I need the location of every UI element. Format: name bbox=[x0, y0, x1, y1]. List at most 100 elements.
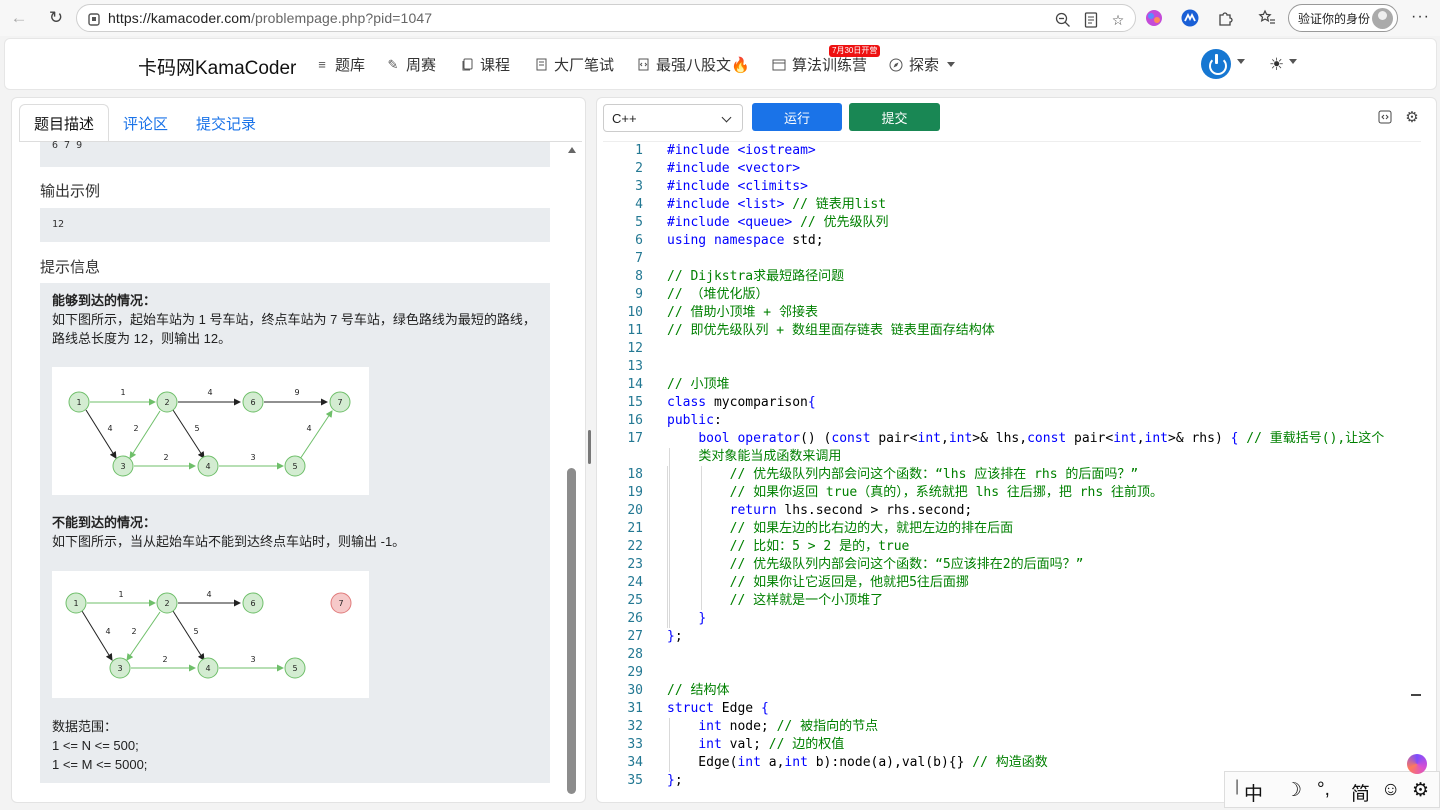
ime-simplified-toggle[interactable]: 简 bbox=[1351, 779, 1370, 806]
problem-scrollbar[interactable] bbox=[565, 142, 579, 796]
code-editor[interactable]: 1 #include <iostream> 2 #include <vector> 3 #… bbox=[603, 141, 1421, 791]
code-text: int node; // 被指向的节点 bbox=[698, 719, 879, 734]
settings-gear-icon[interactable]: ⚙ bbox=[1405, 109, 1419, 126]
tab-submissions[interactable]: 提交记录 bbox=[182, 104, 270, 142]
copilot-sidebar-icon[interactable] bbox=[1407, 754, 1427, 774]
more-menu-icon[interactable]: ··· bbox=[1411, 8, 1430, 26]
favorites-list-icon[interactable] bbox=[1258, 9, 1276, 27]
ime-punct-toggle[interactable]: °, bbox=[1317, 779, 1330, 801]
extension-m-icon[interactable] bbox=[1181, 9, 1199, 27]
code-line[interactable]: 32 int node; // 被指向的节点 bbox=[603, 718, 1421, 736]
tab-description[interactable]: 题目描述 bbox=[19, 104, 110, 142]
bootcamp-badge: 7月30日开营 bbox=[829, 45, 881, 57]
verify-identity-button[interactable]: 验证你的身份 bbox=[1288, 4, 1398, 32]
code-line[interactable]: 2 #include <vector> bbox=[603, 160, 1421, 178]
code-line[interactable]: 20 return lhs.second > rhs.second; bbox=[603, 502, 1421, 520]
case1-text-line1: 如下图所示，起始车站为 1 号车站，终点车站为 7 号车站，绿色路线为最短的路线… bbox=[52, 312, 536, 327]
submit-button[interactable]: 提交 bbox=[849, 103, 940, 131]
code-line[interactable]: 11 // 即优先级队列 + 数组里面存链表 链表里面存结构体 bbox=[603, 322, 1421, 340]
code-line[interactable]: 28 bbox=[603, 646, 1421, 664]
nav-written-tests[interactable]: 大厂笔试 bbox=[534, 54, 614, 75]
code-line[interactable]: 31 struct Edge { bbox=[603, 700, 1421, 718]
site-logo[interactable]: 卡码网KamaCoder bbox=[138, 53, 296, 80]
code-line[interactable]: 10 // 借助小顶堆 + 邻接表 bbox=[603, 304, 1421, 322]
tab-comments[interactable]: 评论区 bbox=[109, 104, 182, 142]
graph-weight: 3 bbox=[250, 453, 255, 462]
code-text: #include <vector> bbox=[667, 161, 801, 176]
code-line[interactable]: 5 #include <queue> // 优先级队列 bbox=[603, 214, 1421, 232]
chevron-down-icon[interactable] bbox=[1289, 59, 1297, 64]
code-line[interactable]: 34 Edge(int a,int b):node(a),val(b){} //… bbox=[603, 754, 1421, 772]
site-info-icon[interactable] bbox=[87, 11, 101, 27]
reload-icon[interactable]: ↻ bbox=[45, 7, 67, 29]
code-line[interactable]: 26 } bbox=[603, 610, 1421, 628]
nav-problems[interactable]: ≡ 题库 bbox=[315, 54, 365, 75]
code-line[interactable]: 25 // 这样就是一个小顶堆了 bbox=[603, 592, 1421, 610]
case2-text: 如下图所示，当从起始车站不能到达终点车站时，则输出 -1。 bbox=[52, 534, 406, 549]
code-line[interactable]: 33 int val; // 边的权值 bbox=[603, 736, 1421, 754]
code-line[interactable]: 23 // 优先级队列内部会问这个函数：“5应该排在2的后面吗？” bbox=[603, 556, 1421, 574]
panel-resize-handle[interactable] bbox=[588, 430, 591, 464]
scroll-up-arrow-icon[interactable] bbox=[568, 147, 576, 153]
code-line[interactable]: 14 // 小顶堆 bbox=[603, 376, 1421, 394]
line-number: 10 bbox=[627, 305, 643, 320]
range-n: 1 <= N <= 500; bbox=[52, 738, 139, 753]
ime-settings-icon[interactable]: ⚙ bbox=[1412, 779, 1429, 802]
code-line[interactable]: 3 #include <climits> bbox=[603, 178, 1421, 196]
favorite-star-icon[interactable]: ☆ bbox=[1109, 11, 1127, 29]
copilot-brain-icon[interactable] bbox=[1145, 9, 1163, 27]
code-line[interactable]: 15 class mycomparison{ bbox=[603, 394, 1421, 412]
zoom-icon[interactable] bbox=[1054, 11, 1072, 29]
code-line[interactable]: 24 // 如果你让它返回是，他就把5往后面挪 bbox=[603, 574, 1421, 592]
line-number: 35 bbox=[627, 773, 643, 788]
code-line[interactable]: 21 // 如果左边的比右边的大，就把左边的排在后面 bbox=[603, 520, 1421, 538]
graph-weight: 2 bbox=[133, 424, 138, 433]
nav-bootcamp[interactable]: 算法训练营 bbox=[772, 54, 867, 75]
code-line[interactable]: 27}; bbox=[603, 628, 1421, 646]
line-number: 5 bbox=[635, 215, 643, 230]
language-select[interactable]: C++ bbox=[603, 104, 743, 132]
graph-weight: 2 bbox=[131, 627, 136, 636]
scroll-thumb[interactable] bbox=[567, 468, 576, 794]
code-line[interactable]: 6 using namespace std; bbox=[603, 232, 1421, 250]
range-m: 1 <= M <= 5000; bbox=[52, 757, 148, 772]
line-number: 24 bbox=[627, 575, 643, 590]
run-button[interactable]: 运行 bbox=[752, 103, 842, 131]
code-line[interactable]: 类对象能当成函数来调用 bbox=[603, 448, 1421, 466]
code-line[interactable]: 9 // （堆优化版） bbox=[603, 286, 1421, 304]
address-bar[interactable]: https://kamacoder.com/problempage.php?pi… bbox=[76, 4, 1136, 32]
code-line[interactable]: 7 bbox=[603, 250, 1421, 268]
code-line[interactable]: 13 bbox=[603, 358, 1421, 376]
ime-mode-toggle[interactable]: 中 bbox=[1244, 779, 1263, 806]
nav-label: 周赛 bbox=[406, 57, 437, 74]
nav-weekly[interactable]: ✎ 周赛 bbox=[386, 54, 436, 75]
code-line[interactable]: 16 public: bbox=[603, 412, 1421, 430]
reader-icon[interactable] bbox=[1082, 11, 1100, 29]
graph-node-label: 3 bbox=[120, 462, 125, 471]
back-icon[interactable]: ← bbox=[8, 7, 30, 29]
extensions-puzzle-icon[interactable] bbox=[1217, 9, 1235, 27]
code-line[interactable]: 4 #include <list> // 链表用list bbox=[603, 196, 1421, 214]
ime-moon-icon[interactable]: ☽ bbox=[1285, 779, 1302, 802]
code-line[interactable]: 12 bbox=[603, 340, 1421, 358]
code-line[interactable]: 22 // 比如：5 > 2 是的，true bbox=[603, 538, 1421, 556]
nav-courses[interactable]: 课程 bbox=[460, 54, 510, 75]
theme-sun-icon[interactable]: ☀ bbox=[1269, 55, 1284, 75]
line-number: 4 bbox=[635, 197, 643, 212]
code-line[interactable]: 18 // 优先级队列内部会问这个函数：“lhs 应该排在 rhs 的后面吗？” bbox=[603, 466, 1421, 484]
code-line[interactable]: 29 bbox=[603, 664, 1421, 682]
code-line[interactable]: 17 bool operator() (const pair<int,int>&… bbox=[603, 430, 1421, 448]
nav-explore[interactable]: 探索 bbox=[889, 54, 956, 75]
graph-weight: 9 bbox=[294, 388, 299, 397]
ime-emoji-icon[interactable]: ☺ bbox=[1381, 779, 1400, 801]
nav-interview[interactable]: 最强八股文🔥 bbox=[636, 54, 750, 75]
code-view-icon[interactable] bbox=[1378, 110, 1392, 124]
user-power-icon[interactable] bbox=[1201, 49, 1231, 79]
graph-weight: 1 bbox=[118, 590, 123, 599]
code-line[interactable]: 30 // 结构体 bbox=[603, 682, 1421, 700]
chevron-down-icon[interactable] bbox=[1237, 59, 1245, 64]
code-line[interactable]: 19 // 如果你返回 true（真的），系统就把 lhs 往后挪，把 rhs … bbox=[603, 484, 1421, 502]
code-line[interactable]: 1 #include <iostream> bbox=[603, 142, 1421, 160]
ime-handle-icon[interactable]: | bbox=[1235, 778, 1239, 796]
code-line[interactable]: 8 // Dijkstra求最短路径问题 bbox=[603, 268, 1421, 286]
